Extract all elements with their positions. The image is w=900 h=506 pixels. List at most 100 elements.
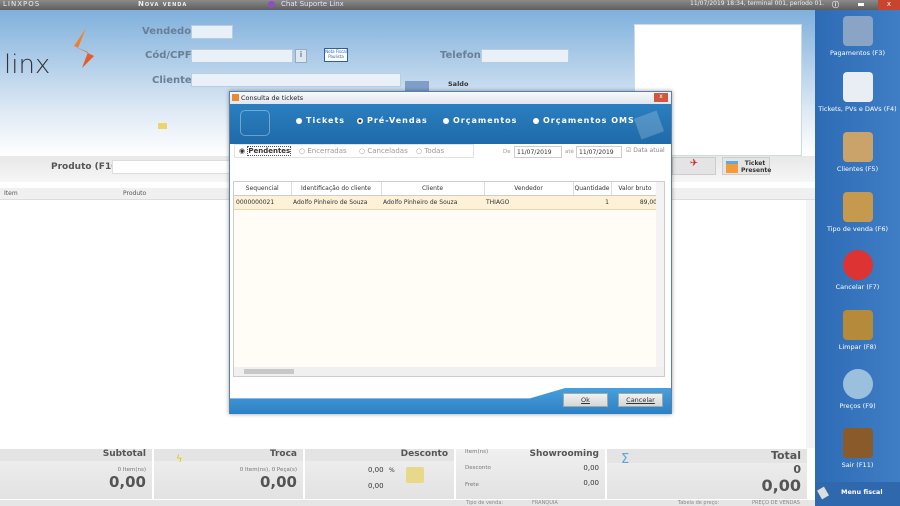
de-label: De — [503, 149, 511, 155]
exit-door-icon — [842, 428, 873, 458]
sidebar-item-precos[interactable]: Preços (F9) — [815, 369, 900, 410]
pendentes-label: Pendentes — [247, 146, 292, 156]
price-search-icon — [842, 369, 873, 399]
type-radio-pre-vendas[interactable]: Pré-Vendas — [357, 116, 428, 125]
function-sidebar: Pagamentos (F3) Tickets, PVs e DAVs (F4)… — [815, 10, 900, 506]
status-filter-group: ◉ Pendentes ○ Encerradas ○ Canceladas ○ … — [234, 144, 474, 158]
desconto-panel: Desconto 0,00 % 0,00 — [305, 449, 455, 499]
sidebar-label: Preços (F9) — [839, 402, 876, 410]
app-brand: LINXPOS — [3, 0, 41, 8]
dialog-title-bar: Consulta de tickets x — [230, 92, 671, 104]
cell-quantidade: 1 — [573, 195, 611, 210]
saldo-label: Saldo — [448, 80, 469, 88]
data-atual-checkbox[interactable]: ☑ Data atual — [626, 147, 665, 154]
cell-identificacao: Adolfo Pinheiro de Souza — [291, 195, 381, 210]
showrooming-items: Item(ns) — [465, 449, 489, 455]
envelope-icon[interactable] — [158, 123, 167, 129]
sidebar-item-pagamentos[interactable]: Pagamentos (F3) — [815, 16, 900, 57]
cpf-info-button[interactable]: i — [295, 49, 307, 63]
dialog-close-button[interactable]: x — [654, 93, 668, 102]
date-to-input[interactable]: 11/07/2019 — [576, 146, 622, 158]
cpf-label: Cód/CPF — [145, 50, 192, 61]
status-radio-pendentes[interactable]: ◉ Pendentes — [239, 146, 292, 156]
desconto-percent: 0,00 — [368, 466, 384, 474]
ticket-presente-button[interactable]: Ticket Presente — [722, 157, 771, 175]
total-title: Total — [607, 449, 807, 463]
product-input[interactable] — [112, 160, 230, 174]
chat-support-link[interactable]: Chat Suporte Linx — [281, 0, 344, 8]
exchange-icon: ϟ — [176, 454, 183, 465]
cell-valor-bruto: 89,00 — [611, 195, 659, 210]
decorative-squares-icon — [240, 110, 270, 136]
sidebar-item-limpar[interactable]: Limpar (F8) — [815, 310, 900, 351]
table-horizontal-scrollbar[interactable] — [234, 367, 664, 376]
status-radio-todas[interactable]: ○ Todas — [416, 147, 444, 155]
type-radio-orcamentos-oms[interactable]: Orçamentos OMS — [533, 116, 635, 125]
scrollbar-thumb[interactable] — [244, 369, 294, 374]
sidebar-label: Tickets, PVs e DAVs (F4) — [818, 105, 897, 113]
type-radio-orcamentos[interactable]: Orçamentos — [443, 116, 517, 125]
table-header-row: Sequencial Identificação do cliente Clie… — [234, 182, 660, 196]
nota-fiscal-paulista-logo[interactable]: Nota Fiscal Paulista — [324, 48, 348, 62]
session-status: 11/07/2019 18:34, terminal 001, período … — [690, 0, 825, 7]
troca-value: 0,00 — [259, 473, 297, 491]
desconto-title: Desconto — [305, 449, 454, 461]
type-radio-tickets[interactable]: Tickets — [296, 116, 345, 125]
table-row[interactable]: 0000000021 Adolfo Pinheiro de Souza Adol… — [234, 195, 659, 210]
chat-icon — [268, 1, 275, 8]
status-radio-canceladas[interactable]: ○ Canceladas — [359, 147, 408, 155]
cell-cliente: Adolfo Pinheiro de Souza — [381, 195, 484, 210]
cliente-label: Cliente — [152, 75, 192, 86]
cancel-icon — [842, 250, 873, 280]
cell-vendedor: THIAGO — [484, 195, 573, 210]
showrooming-desconto: 0,00 — [583, 464, 599, 472]
column-item: Item — [4, 190, 18, 197]
menu-fiscal-icon — [817, 486, 829, 500]
total-count: 0 — [793, 463, 801, 476]
cliente-input[interactable] — [191, 73, 401, 87]
cell-sequencial: 0000000021 — [234, 195, 291, 210]
column-valor-bruto[interactable]: Valor bruto — [611, 182, 660, 196]
column-quantidade[interactable]: Quantidade — [573, 182, 612, 196]
ate-label: até — [565, 149, 574, 155]
minimize-button[interactable] — [858, 3, 864, 6]
tipo-venda-label: Tipo de venda: — [466, 500, 504, 506]
date-from-input[interactable]: 11/07/2019 — [514, 146, 562, 158]
menu-fiscal-button[interactable]: Menu fiscal — [815, 482, 900, 506]
column-vendedor[interactable]: Vendedor — [484, 182, 574, 196]
sigma-icon: Σ — [621, 452, 630, 467]
gift-wrap-button[interactable]: ✈ — [672, 157, 716, 175]
tabela-value: PREÇO DE VENDAS — [752, 500, 800, 506]
column-cliente[interactable]: Cliente — [381, 182, 485, 196]
ok-button[interactable]: Ok — [563, 393, 608, 407]
window-title: Nova venda — [138, 0, 188, 8]
tabela-label: Tabela de preço: — [678, 500, 720, 506]
frete-value: 0,00 — [583, 479, 599, 487]
close-button[interactable]: x — [878, 0, 900, 10]
status-radio-encerradas[interactable]: ○ Encerradas — [299, 147, 347, 155]
sidebar-item-cancelar[interactable]: Cancelar (F7) — [815, 250, 900, 291]
column-identificacao[interactable]: Identificação do cliente — [291, 182, 382, 196]
cpf-input[interactable] — [191, 49, 293, 63]
tickets-table: Sequencial Identificação do cliente Clie… — [233, 181, 665, 377]
items-grid-scrollbar[interactable] — [806, 200, 815, 448]
vendedor-input[interactable] — [191, 25, 233, 39]
table-vertical-scrollbar[interactable] — [656, 182, 664, 368]
column-sequencial[interactable]: Sequencial — [234, 182, 292, 196]
sidebar-item-sair[interactable]: Sair (F11) — [815, 428, 900, 469]
sidebar-item-clientes[interactable]: Clientes (F5) — [815, 132, 900, 173]
vendedor-label: Vendedor — [142, 26, 196, 37]
linx-logo: linx — [4, 50, 51, 80]
sidebar-label: Cancelar (F7) — [835, 283, 880, 291]
product-label: Produto (F10) — [51, 162, 122, 172]
telefone-input[interactable] — [481, 49, 569, 63]
info-icon[interactable]: ⓘ — [832, 0, 839, 10]
sidebar-item-tipo-venda[interactable]: Tipo de venda (F6) — [815, 192, 900, 233]
total-panel: Σ Total 0 0,00 — [607, 449, 808, 499]
linx-logo-mark — [74, 28, 94, 68]
discount-icon[interactable] — [406, 467, 424, 483]
sidebar-item-tickets[interactable]: Tickets, PVs e DAVs (F4) — [815, 72, 900, 113]
title-bar: LINXPOS Nova venda Chat Suporte Linx 11/… — [0, 0, 900, 10]
cancel-button[interactable]: Cancelar — [618, 393, 663, 407]
desconto-value: 0,00 — [368, 482, 384, 490]
